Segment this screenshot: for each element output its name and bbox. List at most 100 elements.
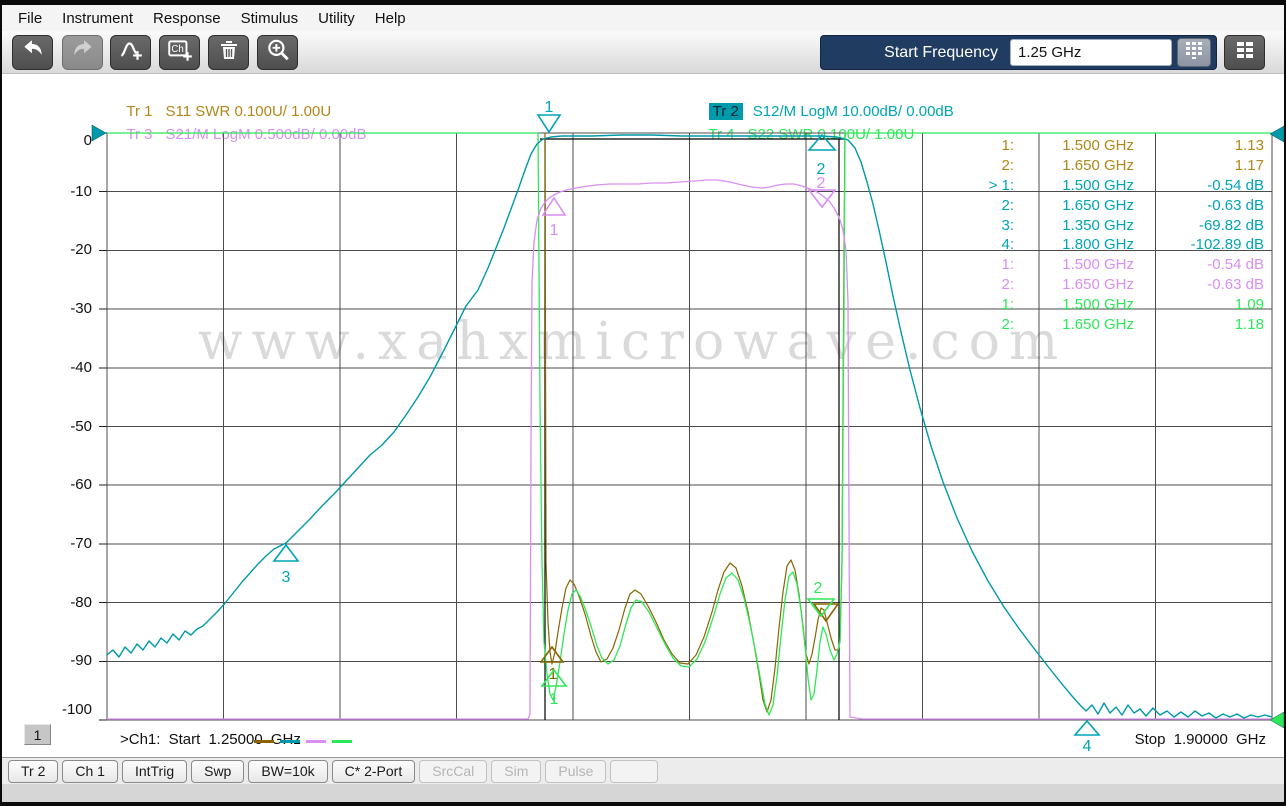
menu-item-response[interactable]: Response	[143, 10, 231, 27]
y-axis-label: -50	[32, 418, 92, 435]
menu-item-stimulus[interactable]: Stimulus	[231, 10, 309, 27]
marker-value: 1.18	[1134, 316, 1264, 333]
y-axis-label: -60	[32, 476, 92, 493]
delete-button[interactable]	[208, 35, 249, 70]
status-button-srccal: SrcCal	[419, 760, 487, 783]
vna-application-window: FileInstrumentResponseStimulusUtilityHel…	[0, 0, 1286, 806]
marker-number: 3:	[962, 217, 1014, 234]
marker-2-tr3[interactable]	[809, 190, 835, 207]
window-bottom-edge	[2, 802, 1284, 806]
marker-value: 1.17	[1134, 157, 1264, 174]
marker-1-tr2-label: 1	[545, 99, 554, 116]
status-button-ch-1[interactable]: Ch 1	[62, 760, 118, 783]
marker-1-tr4-label: 1	[550, 691, 559, 708]
marker-table-row: 2:1.650 GHz1.18	[962, 314, 1264, 334]
menu-item-help[interactable]: Help	[365, 10, 416, 27]
menu-item-utility[interactable]: Utility	[308, 10, 365, 27]
ref-right-tr2-icon	[1270, 126, 1284, 142]
marker-value: -0.54 dB	[1134, 177, 1264, 194]
status-button-tr-2[interactable]: Tr 2	[8, 760, 58, 783]
trace-id-tr3: Tr 3	[126, 126, 152, 143]
marker-frequency: 1.650 GHz	[1014, 316, 1134, 333]
bottom-gray-strip	[2, 784, 1284, 802]
marker-number: 1:	[962, 296, 1014, 313]
marker-value: 1.09	[1134, 296, 1264, 313]
y-axis-label: -20	[32, 241, 92, 258]
status-button-inttrig[interactable]: IntTrig	[122, 760, 187, 783]
marker-table-row: 1:1.500 GHz1.13	[962, 136, 1264, 156]
start-frequency-input[interactable]	[1010, 39, 1172, 66]
y-axis-label: -10	[32, 183, 92, 200]
add-channel-button[interactable]: Ch	[159, 35, 200, 70]
menu-item-instrument[interactable]: Instrument	[52, 10, 143, 27]
menu-grid-icon	[1234, 39, 1256, 66]
marker-1-tr4[interactable]	[542, 670, 566, 686]
trace-s11-swr	[545, 133, 845, 712]
add-channel-icon: Ch	[166, 37, 194, 68]
marker-number: 2:	[962, 276, 1014, 293]
trace-header-tr3[interactable]: Tr 3 S21/M LogM 0.500dB/ 0.00dB	[110, 109, 367, 160]
marker-table-row: 4:1.800 GHz-102.89 dB	[962, 235, 1264, 255]
marker-number: 1:	[962, 137, 1014, 154]
y-axis-label: -100	[32, 701, 92, 718]
marker-value: 1.13	[1134, 137, 1264, 154]
y-axis-label: -30	[32, 300, 92, 317]
marker-table-row: 2:1.650 GHz-0.63 dB	[962, 275, 1264, 295]
y-axis-label: -80	[32, 594, 92, 611]
status-button-bw-10k[interactable]: BW=10k	[248, 760, 327, 783]
y-axis-label: -40	[32, 359, 92, 376]
marker-number: > 1:	[962, 177, 1014, 194]
trace-header-tr4[interactable]: Tr 4S22 SWR 0.100U/ 1.00U	[692, 109, 914, 160]
marker-value: -0.63 dB	[1134, 197, 1264, 214]
marker-4-tr2[interactable]	[1075, 721, 1099, 735]
marker-table-row: > 1:1.500 GHz-0.54 dB	[962, 176, 1264, 196]
marker-value: -69.82 dB	[1134, 217, 1264, 234]
marker-table-row: 2:1.650 GHz1.17	[962, 156, 1264, 176]
status-button-swp[interactable]: Swp	[191, 760, 244, 783]
ref-left-tr2-icon	[92, 125, 106, 141]
marker-frequency: 1.350 GHz	[1014, 217, 1134, 234]
watermark: www.xahxmicrowave.com	[198, 312, 1067, 372]
marker-1-tr1[interactable]	[541, 647, 563, 662]
marker-frequency: 1.800 GHz	[1014, 236, 1134, 253]
keypad-button[interactable]	[1177, 38, 1211, 67]
legend-dash-tr4	[332, 740, 352, 743]
marker-frequency: 1.650 GHz	[1014, 197, 1134, 214]
marker-1-tr2[interactable]	[538, 115, 560, 132]
y-axis-label: 0	[32, 132, 92, 149]
marker-table: 1:1.500 GHz1.132:1.650 GHz1.17> 1:1.500 …	[962, 136, 1264, 334]
channel-indicator-button[interactable]: 1	[24, 724, 51, 745]
marker-value: -102.89 dB	[1134, 236, 1264, 253]
status-button-c-2-port[interactable]: C* 2-Port	[332, 760, 416, 783]
redo-icon	[70, 37, 96, 68]
marker-value: -0.54 dB	[1134, 256, 1264, 273]
add-marker-button[interactable]	[110, 35, 151, 70]
status-button-blank	[610, 760, 658, 783]
zoom-button[interactable]	[257, 35, 298, 70]
svg-text:Ch: Ch	[171, 44, 183, 55]
y-axis-label: -70	[32, 535, 92, 552]
menu-item-file[interactable]: File	[8, 10, 52, 27]
marker-2-tr4-label: 2	[814, 580, 823, 597]
marker-number: 2:	[962, 157, 1014, 174]
marker-4-tr2-label: 4	[1083, 738, 1092, 755]
legend-dash-tr1	[254, 740, 274, 743]
marker-table-row: 3:1.350 GHz-69.82 dB	[962, 215, 1264, 235]
marker-number: 2:	[962, 316, 1014, 333]
softkey-menu-button[interactable]	[1224, 35, 1265, 70]
status-button-sim: Sim	[491, 760, 541, 783]
marker-3-tr2-label: 3	[282, 569, 291, 586]
legend-dash-tr2	[280, 740, 300, 743]
marker-table-row: 1:1.500 GHz-0.54 dB	[962, 255, 1264, 275]
trace-format-tr3: S21/M LogM 0.500dB/ 0.00dB	[166, 126, 367, 143]
undo-button[interactable]	[12, 35, 53, 70]
marker-3-tr2[interactable]	[274, 545, 298, 561]
marker-frequency: 1.500 GHz	[1014, 177, 1134, 194]
marker-1-tr3[interactable]	[543, 198, 565, 215]
marker-frequency: 1.500 GHz	[1014, 137, 1134, 154]
undo-icon	[20, 37, 46, 68]
marker-2-tr2-label: 2	[817, 161, 826, 178]
status-button-pulse: Pulse	[545, 760, 606, 783]
add-marker-icon	[118, 37, 144, 68]
marker-value: -0.63 dB	[1134, 276, 1264, 293]
